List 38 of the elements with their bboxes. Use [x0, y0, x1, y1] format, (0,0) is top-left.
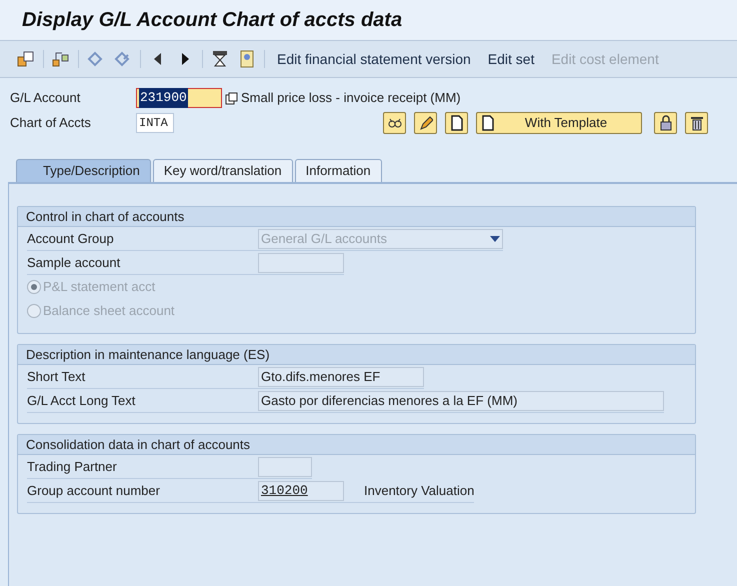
glasses-button[interactable] — [383, 112, 406, 134]
blank-page-icon — [450, 115, 464, 131]
caret-icon — [490, 236, 500, 242]
field-note: Inventory Valuation — [364, 482, 474, 500]
blank-page-icon — [481, 115, 495, 131]
group-title: Control in chart of accounts — [18, 207, 695, 227]
account-input[interactable]: 231900 — [136, 88, 222, 108]
radio-label: P&L statement acct — [43, 278, 156, 296]
tab[interactable]: Information — [294, 159, 382, 182]
lock-icon — [658, 115, 672, 131]
field-label: G/L Acct Long Text — [27, 392, 136, 410]
lock-button[interactable] — [654, 112, 677, 134]
field-label: Trading Partner — [27, 458, 118, 476]
other-object-icon[interactable] — [16, 49, 36, 69]
pencil-icon — [418, 115, 432, 131]
field-label: Group account number — [27, 482, 161, 500]
toolbar-button[interactable]: Edit set — [482, 48, 540, 70]
radio-label: Balance sheet account — [43, 302, 175, 320]
template-button[interactable]: With Template — [476, 112, 642, 134]
hourglass-icon[interactable] — [210, 49, 230, 69]
trash-icon — [690, 115, 704, 131]
group-title: Consolidation data in chart of accounts — [18, 435, 695, 455]
field-label: Sample account — [27, 254, 122, 272]
field-label: Account Group — [27, 230, 115, 248]
tab[interactable]: Key word/translation — [152, 159, 293, 182]
new-button[interactable] — [445, 112, 468, 134]
copy-icon[interactable] — [225, 92, 238, 104]
delete-button[interactable] — [685, 112, 708, 134]
account-description: Small price loss - invoice receipt (MM) — [241, 89, 461, 108]
window-title: Display G/L Account Chart of accts data — [22, 8, 402, 33]
chart-input[interactable]: INTA — [136, 113, 174, 133]
group-title: Description in maintenance language (ES) — [18, 345, 695, 365]
field-label: Chart of Accts — [10, 114, 92, 132]
field-label: G/L Account — [10, 89, 82, 108]
toolbar-button[interactable]: Edit financial statement version — [272, 48, 476, 70]
tab[interactable]: Type/Description — [16, 159, 151, 182]
field-label: Short Text — [27, 368, 86, 386]
pencil-button[interactable] — [414, 112, 437, 134]
